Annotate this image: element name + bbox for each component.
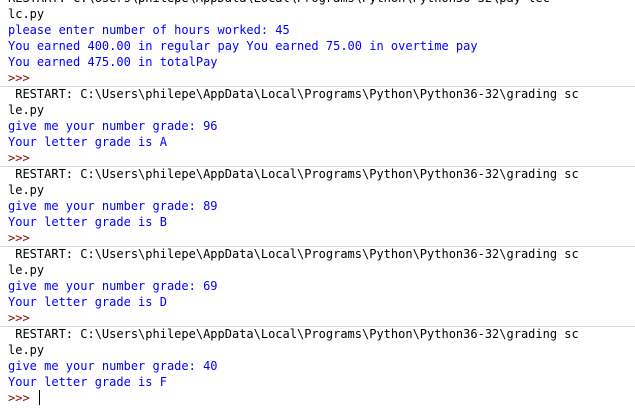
shell-prompt: >>> [8,391,37,405]
output-line: give me your number grade: 96 [8,119,218,133]
output-line: Your letter grade is D [8,295,167,309]
output-line: le.py [8,183,45,197]
output-line: You earned 475.00 in totalPay [8,55,218,69]
python-shell-window[interactable]: RESTART: C:\Users\philepe\AppData\Local\… [0,0,635,411]
output-line: give me your number grade: 40 [8,359,218,373]
shell-prompt: >>> [8,71,30,85]
restart-banner-line: RESTART: C:\Users\philepe\AppData\Local\… [8,247,579,261]
output-line: le.py [8,103,45,117]
restart-banner-line: RESTART: C:\Users\philepe\AppData\Local\… [8,87,579,101]
output-line: Your letter grade is A [8,135,167,149]
output-line: please enter number of hours worked: 45 [8,23,290,37]
shell-input-line[interactable]: >>> [8,390,635,406]
shell-output[interactable]: RESTART: C:\Users\philepe\AppData\Local\… [8,0,635,406]
output-line: le.py [8,263,45,277]
shell-prompt: >>> [8,151,30,165]
restart-separator [0,86,635,87]
restart-banner-line: RESTART: C:\Users\philepe\AppData\Local\… [8,167,579,181]
restart-banner-line: RESTART: C:\Users\philepe\AppData\Local\… [8,0,635,6]
output-line: give me your number grade: 89 [8,199,218,213]
restart-separator [0,246,635,247]
output-line: Your letter grade is B [8,215,167,229]
output-line: le.py [8,343,45,357]
restart-separator [0,166,635,167]
output-line: You earned 400.00 in regular pay You ear… [8,39,478,53]
output-line: give me your number grade: 69 [8,279,218,293]
output-line: lc.py [8,7,45,21]
text-cursor [38,390,40,405]
restart-separator [0,326,635,327]
restart-banner-line: RESTART: C:\Users\philepe\AppData\Local\… [8,327,579,341]
shell-prompt: >>> [8,231,30,245]
output-line: Your letter grade is F [8,375,167,389]
shell-prompt: >>> [8,311,30,325]
